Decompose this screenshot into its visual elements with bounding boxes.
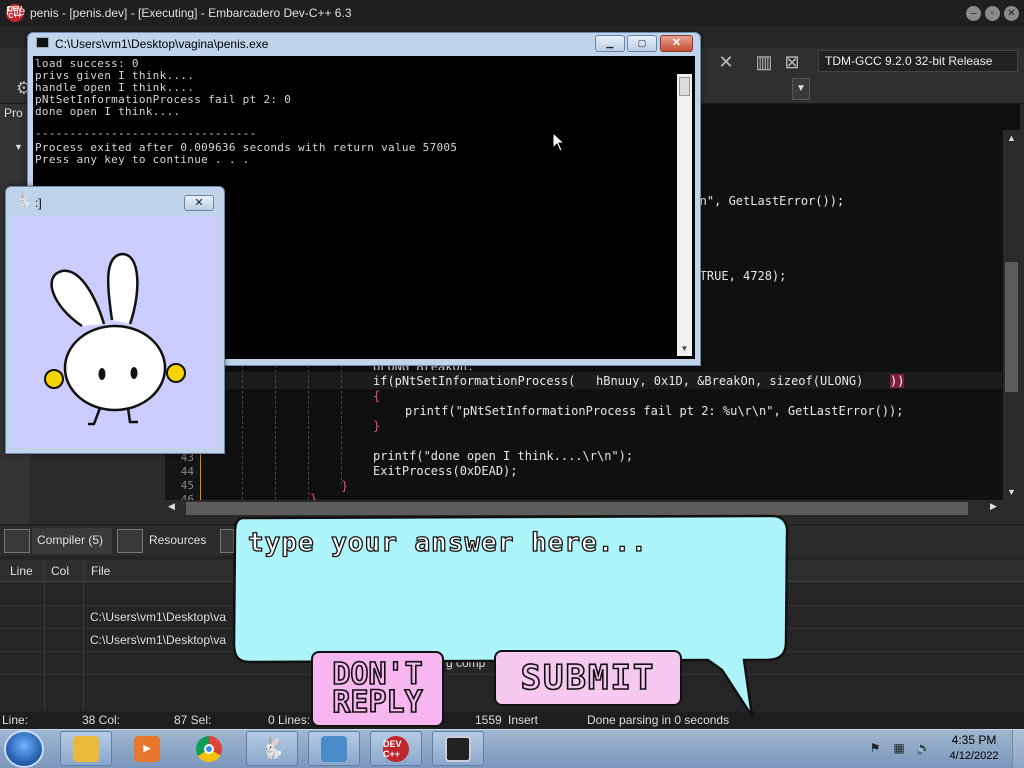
column-divider (44, 560, 45, 710)
console-scroll-thumb[interactable] (679, 77, 690, 96)
action-center-icon[interactable]: ⚑ (868, 741, 882, 755)
column-header-file[interactable]: File (91, 564, 110, 578)
mouse-cursor-icon (552, 132, 566, 152)
submit-button[interactable]: SUBMIT (494, 650, 682, 706)
resources-icon[interactable] (117, 529, 143, 553)
folder-icon (73, 735, 99, 762)
tab-project[interactable]: Pro (4, 106, 23, 120)
dont-reply-button[interactable]: DON'T REPLY (311, 651, 444, 727)
console-close-button[interactable]: ✕ (660, 35, 693, 52)
scroll-left-icon[interactable]: ◀ (168, 501, 175, 512)
submit-label: SUBMIT (520, 657, 656, 699)
close-icon[interactable]: ✕ (1004, 6, 1019, 21)
code-line: \r\n", GetLastError()); (678, 194, 845, 208)
column-header-col[interactable]: Col (51, 564, 69, 578)
tab-compiler-label[interactable]: Compiler (5) (37, 533, 103, 547)
devcpp-icon: DEV C++ (383, 735, 409, 762)
taskbar-explorer[interactable] (60, 731, 112, 766)
dont-reply-label: DON'T REPLY (332, 657, 424, 720)
taskbar-devcpp[interactable]: DEV C++ (370, 731, 422, 766)
code-line: if(pNtSetInformationProcess( (373, 374, 576, 388)
console-window-title: C:\Users\vm1\Desktop\vagina\penis.exe (55, 37, 269, 51)
stop-execution-icon[interactable]: ✕ (714, 50, 738, 74)
scroll-up-icon[interactable]: ▲ (1003, 130, 1020, 146)
taskbar-photo-viewer[interactable] (308, 731, 360, 766)
show-desktop-button[interactable] (1012, 730, 1024, 768)
code-line: ExitProcess(0xDEAD); (373, 464, 518, 478)
taskbar-chrome[interactable] (184, 731, 234, 766)
bunny-illustration (44, 252, 186, 426)
photo-viewer-icon (321, 735, 347, 762)
console-vertical-scrollbar[interactable] (677, 74, 692, 356)
console-icon (445, 735, 471, 762)
table-row[interactable]: C:\Users\vm1\Desktop\va (90, 633, 226, 647)
bunny-window-title: :] (35, 196, 42, 210)
line-number: 44 (180, 465, 194, 478)
console-line: -------------------------------- (35, 127, 257, 140)
code-line: } (373, 419, 381, 433)
bunny-window-icon: 🐇 (16, 194, 31, 208)
scroll-right-icon[interactable]: ▶ (990, 501, 997, 512)
console-minimize-button[interactable]: ▁ (595, 35, 625, 52)
bunny-close-button[interactable]: ✕ (184, 195, 214, 211)
compiler-profile-select[interactable]: TDM-GCC 9.2.0 32-bit Release (818, 50, 1018, 72)
console-line: done open I think.... (35, 105, 181, 118)
scroll-down-icon[interactable]: ▼ (1003, 484, 1020, 500)
media-player-icon: ▶ (134, 735, 160, 762)
taskbar-media-player[interactable]: ▶ (122, 731, 172, 766)
taskbar-console[interactable] (432, 731, 484, 766)
ide-title-bar: DEV C++ penis - [penis.dev] - [Executing… (0, 0, 1024, 26)
status-line-label: Line: (2, 713, 29, 727)
line-number: 45 (180, 479, 194, 492)
volume-icon[interactable]: 🔈 (916, 741, 931, 755)
console-line: Press any key to continue . . . (35, 153, 250, 166)
delete-profile-icon[interactable]: ⊠ (780, 50, 804, 74)
scroll-down-icon[interactable]: ▼ (677, 341, 692, 356)
bunny-icon: 🐇 (259, 738, 285, 760)
ide-window-title: penis - [penis.dev] - [Executing] - Emba… (30, 6, 352, 20)
code-line: hBnuuy, 0x1D, &BreakOn, sizeof(ULONG) (596, 374, 864, 388)
bunny-image (12, 216, 218, 448)
column-header-line[interactable]: Line (10, 564, 33, 578)
code-line: printf("done open I think....\r\n"); (373, 449, 634, 463)
clock-date[interactable]: 4/12/2022 (944, 750, 1004, 762)
chevron-down-icon[interactable]: ▼ (792, 78, 810, 100)
windows-start-icon[interactable] (4, 730, 44, 768)
menu-file[interactable]: File (6, 4, 25, 18)
console-window-icon (36, 37, 49, 48)
answer-input[interactable]: type your answer here... (247, 527, 648, 558)
column-divider (83, 560, 84, 710)
taskbar-bunny-app[interactable]: 🐇 (246, 731, 298, 766)
editor-vertical-scroll-thumb[interactable] (1005, 262, 1018, 392)
clock-time[interactable]: 4:35 PM (944, 733, 1004, 747)
chrome-icon (196, 735, 222, 762)
network-icon[interactable]: ▦ (892, 741, 906, 755)
tree-expand-icon[interactable]: ▼ (14, 142, 23, 152)
status-col-value: 87 Sel: (174, 713, 212, 727)
console-maximize-button[interactable]: ▢ (627, 35, 657, 52)
compiler-grid-icon[interactable] (4, 529, 30, 553)
minimize-icon[interactable]: – (966, 6, 981, 21)
restore-icon[interactable]: ▫ (985, 6, 1000, 21)
code-line: )) (890, 374, 905, 388)
profile-chart-icon[interactable]: ▥ (752, 50, 776, 74)
tab-resources[interactable]: Resources (149, 533, 206, 547)
code-line: } (341, 479, 349, 493)
code-line: { (373, 389, 381, 403)
status-line-value: 38 Col: (82, 713, 121, 727)
table-row[interactable]: C:\Users\vm1\Desktop\va (90, 610, 226, 624)
code-line: printf("pNtSetInformationProcess fail pt… (405, 404, 904, 418)
